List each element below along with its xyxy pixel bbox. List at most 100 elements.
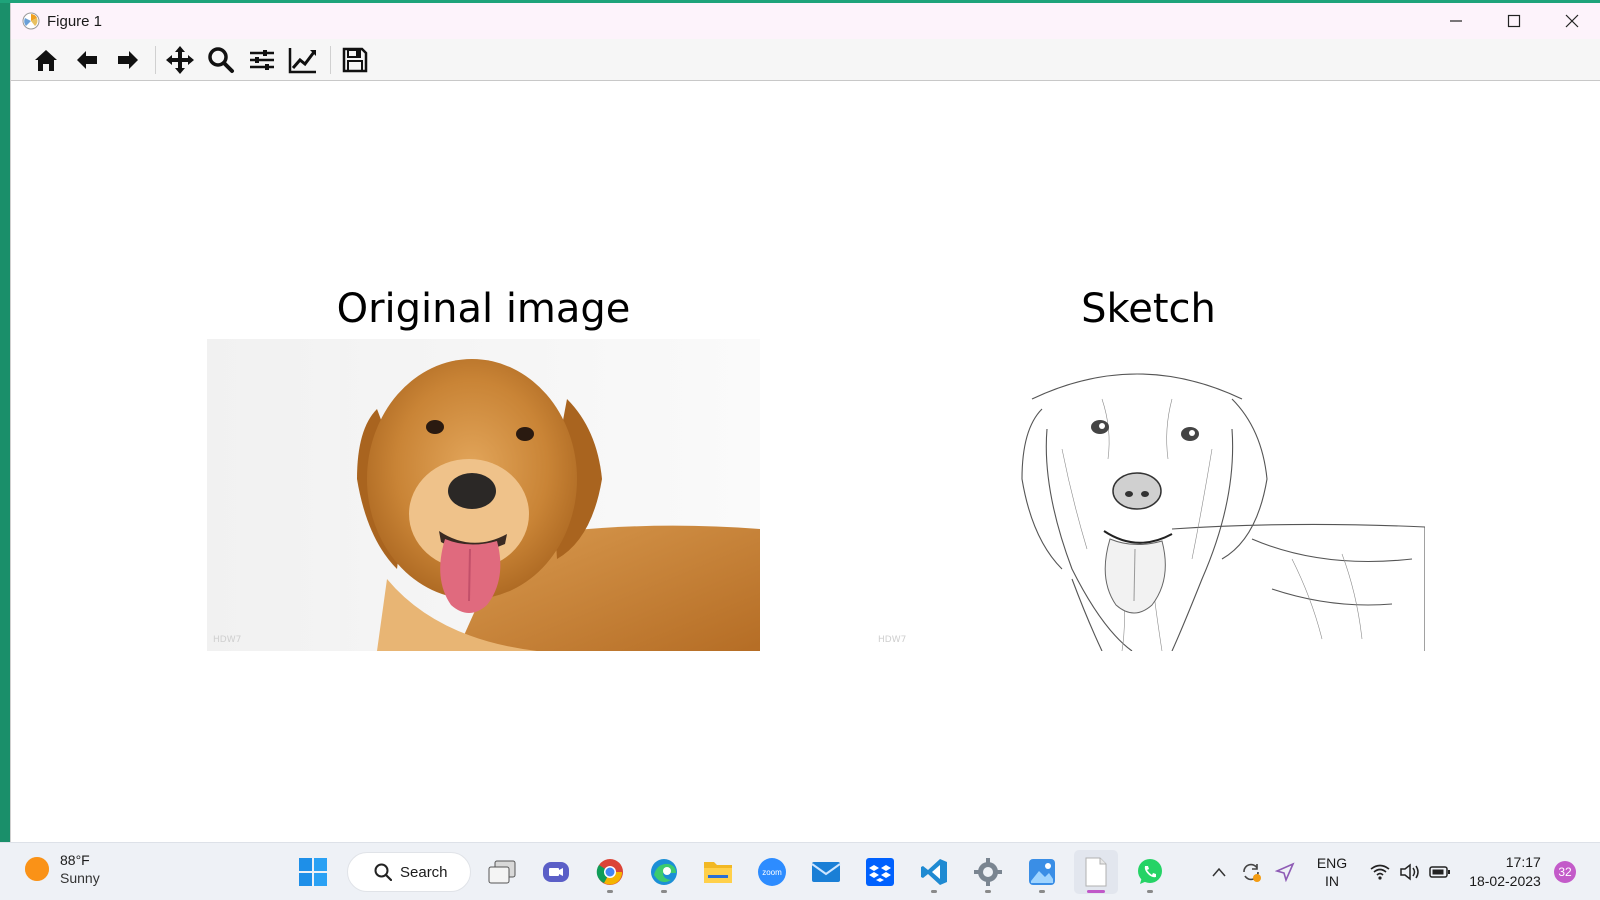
left-watermark: HDW7 — [213, 635, 241, 645]
vscode-icon — [921, 859, 947, 885]
move-icon — [166, 45, 194, 74]
home-icon — [35, 49, 57, 71]
photos-icon — [1029, 859, 1055, 885]
left-axes-title: Original image — [336, 286, 631, 332]
sync-tray-icon-button[interactable] — [1237, 843, 1265, 900]
battery-status[interactable] — [1428, 843, 1452, 900]
folder-icon — [704, 862, 732, 883]
notification-count: 32 — [1554, 861, 1576, 883]
active-indicator — [1087, 890, 1105, 893]
running-indicator — [661, 890, 667, 893]
running-indicator — [1147, 890, 1153, 893]
minimize-icon — [1450, 20, 1462, 22]
figure-window: Figure 1 Original image Sketch HDW7 HDW7 — [10, 3, 1600, 842]
edge-icon — [651, 859, 677, 885]
sketch-image: HDW7 — [872, 339, 1425, 651]
weather-temperature: 88°F — [60, 852, 90, 868]
notification-center-button[interactable]: 32 — [1553, 843, 1577, 900]
figure-app-button[interactable] — [1074, 850, 1118, 894]
taskbar-search[interactable]: Search — [347, 852, 471, 892]
maximize-icon — [1507, 14, 1521, 28]
wifi-icon — [1370, 864, 1390, 880]
whatsapp-icon — [1138, 859, 1162, 884]
weather-widget[interactable]: 88°F Sunny — [24, 851, 100, 887]
chrome-button[interactable] — [588, 850, 632, 894]
location-arrow-icon — [1275, 862, 1295, 882]
wifi-status[interactable] — [1368, 843, 1392, 900]
zoom-button[interactable] — [202, 42, 240, 78]
svg-text:zoom: zoom — [762, 868, 782, 877]
tray-overflow-button[interactable] — [1208, 843, 1230, 900]
right-axes-title: Sketch — [1081, 286, 1216, 332]
document-icon — [1085, 857, 1107, 887]
teams-chat-button[interactable] — [534, 850, 578, 894]
zoom-app-button[interactable]: zoom — [750, 850, 794, 894]
photos-button[interactable] — [1020, 850, 1064, 894]
dropbox-button[interactable] — [858, 850, 902, 894]
sync-icon — [1243, 863, 1261, 882]
right-watermark: HDW7 — [878, 635, 906, 645]
save-button[interactable] — [336, 42, 374, 78]
window-title: Figure 1 — [47, 12, 103, 30]
gear-icon — [974, 858, 1002, 886]
clock-time: 17:17 — [1505, 854, 1541, 870]
clock-date: 18-02-2023 — [1469, 873, 1541, 889]
taskbar: 88°F Sunny Search zoom ENG IN 17:17 18-0… — [0, 842, 1600, 900]
figure-canvas[interactable]: Original image Sketch HDW7 HDW7 — [11, 82, 1600, 842]
language-region: IN — [1325, 873, 1339, 889]
running-indicator — [931, 890, 937, 893]
mail-icon — [811, 862, 841, 882]
speaker-icon — [1400, 863, 1419, 881]
toolbar-separator — [155, 45, 156, 74]
arrow-left-icon — [77, 50, 97, 69]
clock[interactable]: 17:17 18-02-2023 — [1462, 843, 1548, 900]
original-image: HDW7 — [207, 339, 760, 651]
weather-condition: Sunny — [60, 870, 100, 886]
toolbar-separator — [330, 45, 331, 74]
battery-icon — [1429, 866, 1450, 878]
forward-button[interactable] — [109, 42, 147, 78]
vscode-button[interactable] — [912, 850, 956, 894]
close-icon — [1565, 14, 1579, 28]
settings-button[interactable] — [966, 850, 1010, 894]
matplotlib-icon — [20, 10, 42, 32]
subplots-button[interactable] — [243, 42, 281, 78]
back-button[interactable] — [68, 42, 106, 78]
running-indicator — [1039, 890, 1045, 893]
arrow-right-icon — [118, 50, 138, 69]
line-chart-icon — [288, 47, 316, 73]
edge-button[interactable] — [642, 850, 686, 894]
search-label: Search — [400, 863, 448, 881]
running-indicator — [607, 890, 613, 893]
sun-icon — [25, 857, 49, 881]
floppy-disk-icon — [342, 47, 368, 72]
minimize-button[interactable] — [1427, 3, 1485, 39]
language-code: ENG — [1316, 855, 1348, 871]
dropbox-icon — [866, 858, 894, 886]
magnifier-icon — [208, 46, 234, 73]
navigation-toolbar — [11, 39, 1600, 81]
task-view-button[interactable] — [480, 850, 524, 894]
chevron-up-icon — [1212, 867, 1226, 877]
pan-button[interactable] — [161, 42, 199, 78]
maximize-button[interactable] — [1485, 3, 1543, 39]
whatsapp-button[interactable] — [1128, 850, 1172, 894]
language-indicator[interactable]: ENG IN — [1312, 843, 1352, 900]
zoom-icon: zoom — [758, 858, 786, 886]
background-window-edge — [0, 0, 10, 842]
chrome-icon — [596, 859, 623, 885]
edit-axis-button[interactable] — [284, 42, 322, 78]
close-button[interactable] — [1543, 3, 1600, 39]
mail-button[interactable] — [804, 850, 848, 894]
window-controls — [1427, 3, 1600, 39]
task-view-icon — [488, 860, 516, 884]
file-explorer-button[interactable] — [696, 850, 740, 894]
running-indicator — [985, 890, 991, 893]
location-tray-button[interactable] — [1272, 843, 1298, 900]
home-button[interactable] — [27, 42, 65, 78]
volume-status[interactable] — [1398, 843, 1422, 900]
video-chat-icon — [543, 862, 569, 882]
start-button[interactable] — [291, 850, 335, 894]
title-bar[interactable]: Figure 1 — [11, 3, 1600, 39]
search-icon — [374, 863, 392, 881]
